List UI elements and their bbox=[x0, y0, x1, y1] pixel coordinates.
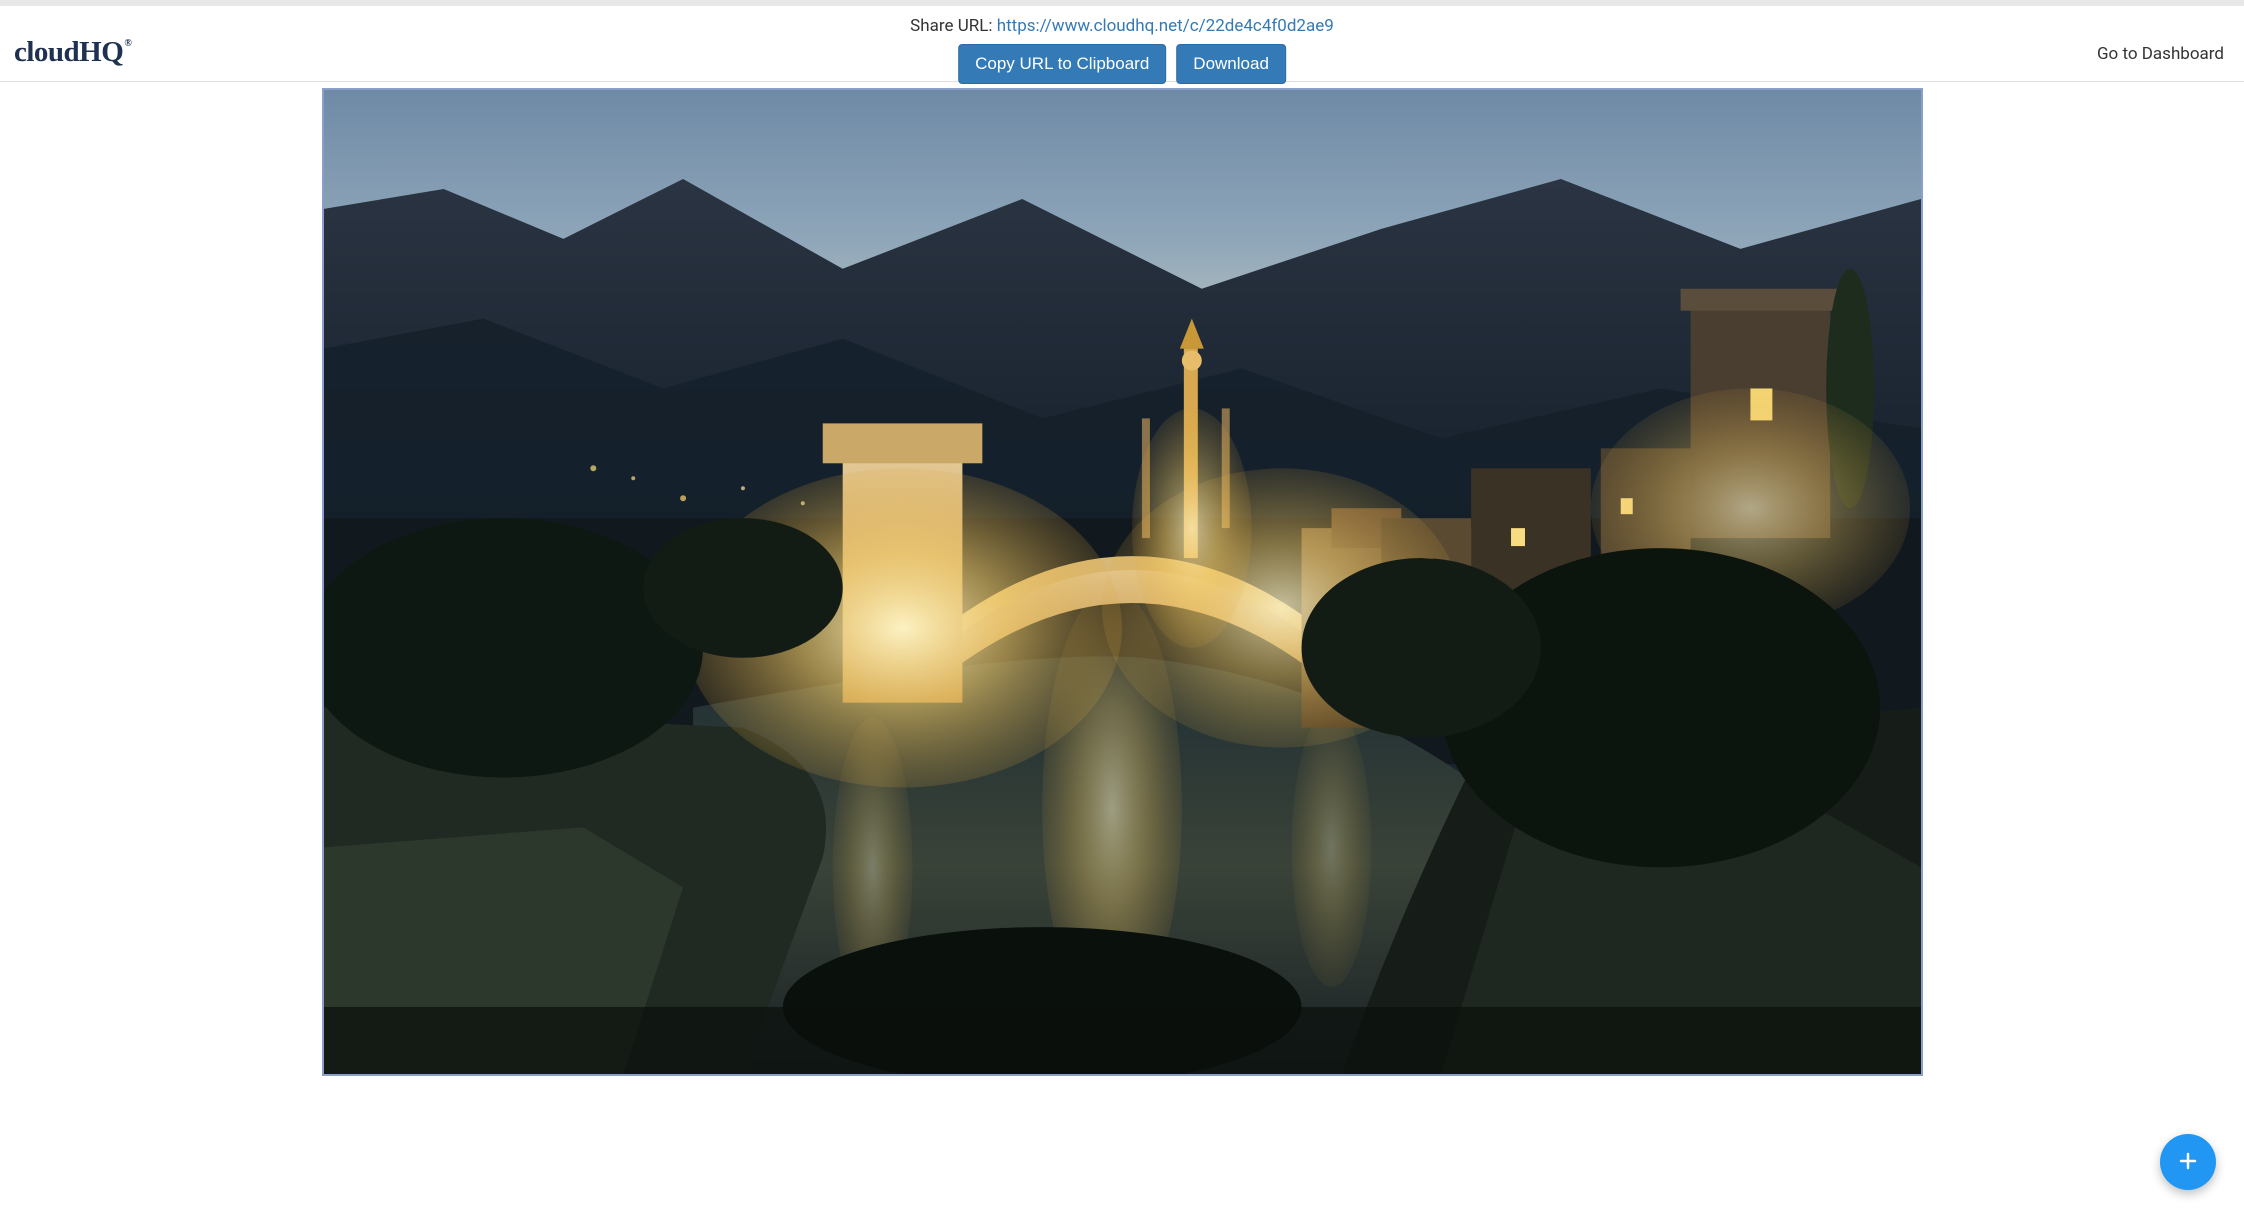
add-fab-button[interactable] bbox=[2160, 1134, 2216, 1190]
share-url-line: Share URL: https://www.cloudhq.net/c/22d… bbox=[910, 16, 1334, 36]
share-url-link[interactable]: https://www.cloudhq.net/c/22de4c4f0d2ae9 bbox=[997, 16, 1334, 36]
logo-registered: ® bbox=[124, 38, 131, 49]
image-viewer bbox=[0, 82, 2244, 1080]
download-button[interactable]: Download bbox=[1176, 44, 1286, 84]
cloudhq-logo[interactable]: cloudHQ® bbox=[14, 36, 131, 69]
plus-icon bbox=[2176, 1149, 2200, 1176]
go-to-dashboard-link[interactable]: Go to Dashboard bbox=[2097, 44, 2224, 64]
header-bar: cloudHQ® Share URL: https://www.cloudhq.… bbox=[0, 6, 2244, 82]
logo-text: cloudHQ bbox=[14, 36, 123, 69]
share-url-label: Share URL: bbox=[910, 16, 997, 36]
button-row: Copy URL to Clipboard Download bbox=[910, 44, 1334, 84]
share-controls: Share URL: https://www.cloudhq.net/c/22d… bbox=[910, 16, 1334, 84]
copy-url-button[interactable]: Copy URL to Clipboard bbox=[958, 44, 1166, 84]
shared-image[interactable] bbox=[322, 88, 1923, 1076]
